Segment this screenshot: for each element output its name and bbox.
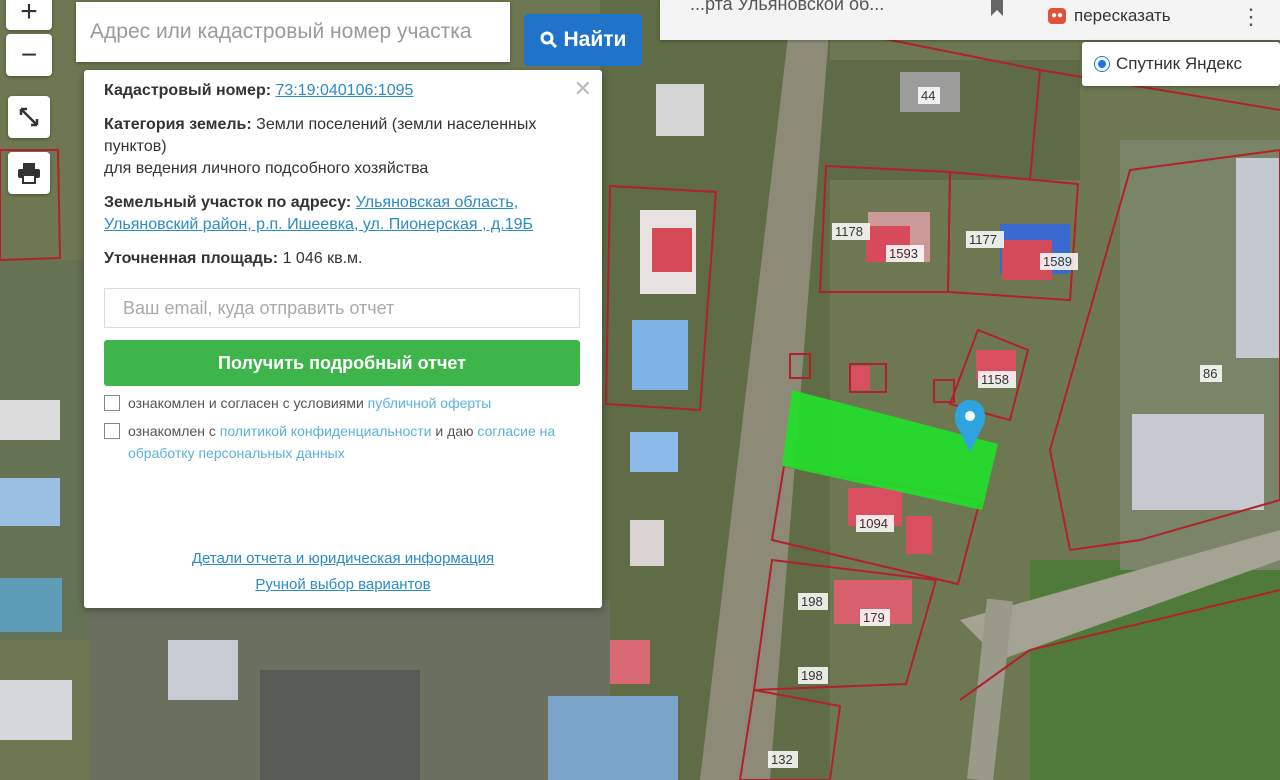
layer-label: Спутник Яндекс <box>1116 54 1242 73</box>
fullscreen-button[interactable] <box>8 96 50 138</box>
consent2-text-b: и даю <box>435 423 474 439</box>
address-row: Земельный участок по адресу: Ульяновская… <box>104 192 582 236</box>
parcel-number-label: 44 <box>921 88 935 103</box>
address-label: Земельный участок по адресу: <box>104 194 352 211</box>
consent-offer-row: ознакомлен и согласен с условиями публич… <box>104 392 582 414</box>
printer-icon <box>18 163 40 184</box>
print-button[interactable] <box>8 152 50 194</box>
retell-label: пересказать <box>1074 6 1171 25</box>
cadastral-row: Кадастровый номер: 73:19:040106:1095 <box>104 80 582 102</box>
page-title: ...рта Ульяновской об... <box>690 0 885 14</box>
parcel-number-label: 86 <box>1203 366 1217 381</box>
category-row: Категория земель: Земли поселений (земли… <box>104 114 582 180</box>
parcel-number-label: 1158 <box>981 372 1009 387</box>
consent-privacy-text: ознакомлен с политикой конфиденциальност… <box>128 420 582 464</box>
consent-privacy-row: ознакомлен с политикой конфиденциальност… <box>104 420 582 464</box>
category-label: Категория земель: <box>104 116 252 133</box>
parcel-number-label: 1593 <box>889 246 918 261</box>
more-options-icon[interactable]: ⋮ <box>1240 4 1262 30</box>
search-button-label: Найти <box>563 28 627 51</box>
manual-selection-link[interactable]: Ручной выбор вариантов <box>84 574 602 596</box>
bookmark-icon[interactable] <box>990 0 1004 18</box>
email-field[interactable] <box>104 288 580 328</box>
get-report-button[interactable]: Получить подробный отчет <box>104 340 580 386</box>
zoom-in-button[interactable]: + <box>6 0 52 30</box>
top-bar: ...рта Ульяновской об... ●● пересказать … <box>660 0 1280 40</box>
radio-selected-icon[interactable] <box>1094 56 1110 72</box>
parcel-number-label: 1094 <box>859 516 888 531</box>
offer-checkbox[interactable] <box>104 395 120 411</box>
cadastral-number-link[interactable]: 73:19:040106:1095 <box>276 82 414 99</box>
privacy-policy-link[interactable]: политикой конфиденциальности <box>220 423 432 439</box>
area-label: Уточненная площадь: <box>104 250 279 267</box>
parcel-number-label: 1178 <box>835 224 863 239</box>
area-value: 1 046 кв.м. <box>282 250 363 267</box>
retell-icon: ●● <box>1048 8 1066 24</box>
cadastral-label: Кадастровый номер: <box>104 82 272 99</box>
map-layer-selector[interactable]: Спутник Яндекс <box>1082 42 1280 86</box>
parcel-number-label: 198 <box>801 668 823 683</box>
zoom-out-button[interactable]: − <box>6 34 52 76</box>
retell-button[interactable]: ●● пересказать <box>1048 6 1171 26</box>
search-button[interactable]: Найти <box>524 14 642 66</box>
consent2-text-a: ознакомлен с <box>128 423 216 439</box>
usage-value: для ведения личного подсобного хозяйства <box>104 160 429 177</box>
search-icon <box>540 31 557 49</box>
parcel-number-label: 179 <box>863 610 885 625</box>
area-row: Уточненная площадь: 1 046 кв.м. <box>104 248 582 270</box>
expand-icon <box>19 107 39 127</box>
parcel-number-label: 1589 <box>1043 254 1072 269</box>
consent-offer-text: ознакомлен и согласен с условиями публич… <box>128 392 491 414</box>
privacy-checkbox[interactable] <box>104 423 120 439</box>
consent1-text: ознакомлен и согласен с условиями <box>128 395 364 411</box>
close-icon[interactable]: ✕ <box>574 78 592 100</box>
details-link[interactable]: Детали отчета и юридическая информация <box>84 548 602 570</box>
parcel-number-label: 198 <box>801 594 823 609</box>
popup-footer-links: Детали отчета и юридическая информация Р… <box>84 548 602 600</box>
parcel-info-popup: ✕ Кадастровый номер: 73:19:040106:1095 К… <box>84 70 602 608</box>
public-offer-link[interactable]: публичной оферты <box>368 395 492 411</box>
parcel-number-label: 1177 <box>969 232 997 247</box>
parcel-number-label: 132 <box>771 752 793 767</box>
search-input[interactable] <box>76 2 510 62</box>
